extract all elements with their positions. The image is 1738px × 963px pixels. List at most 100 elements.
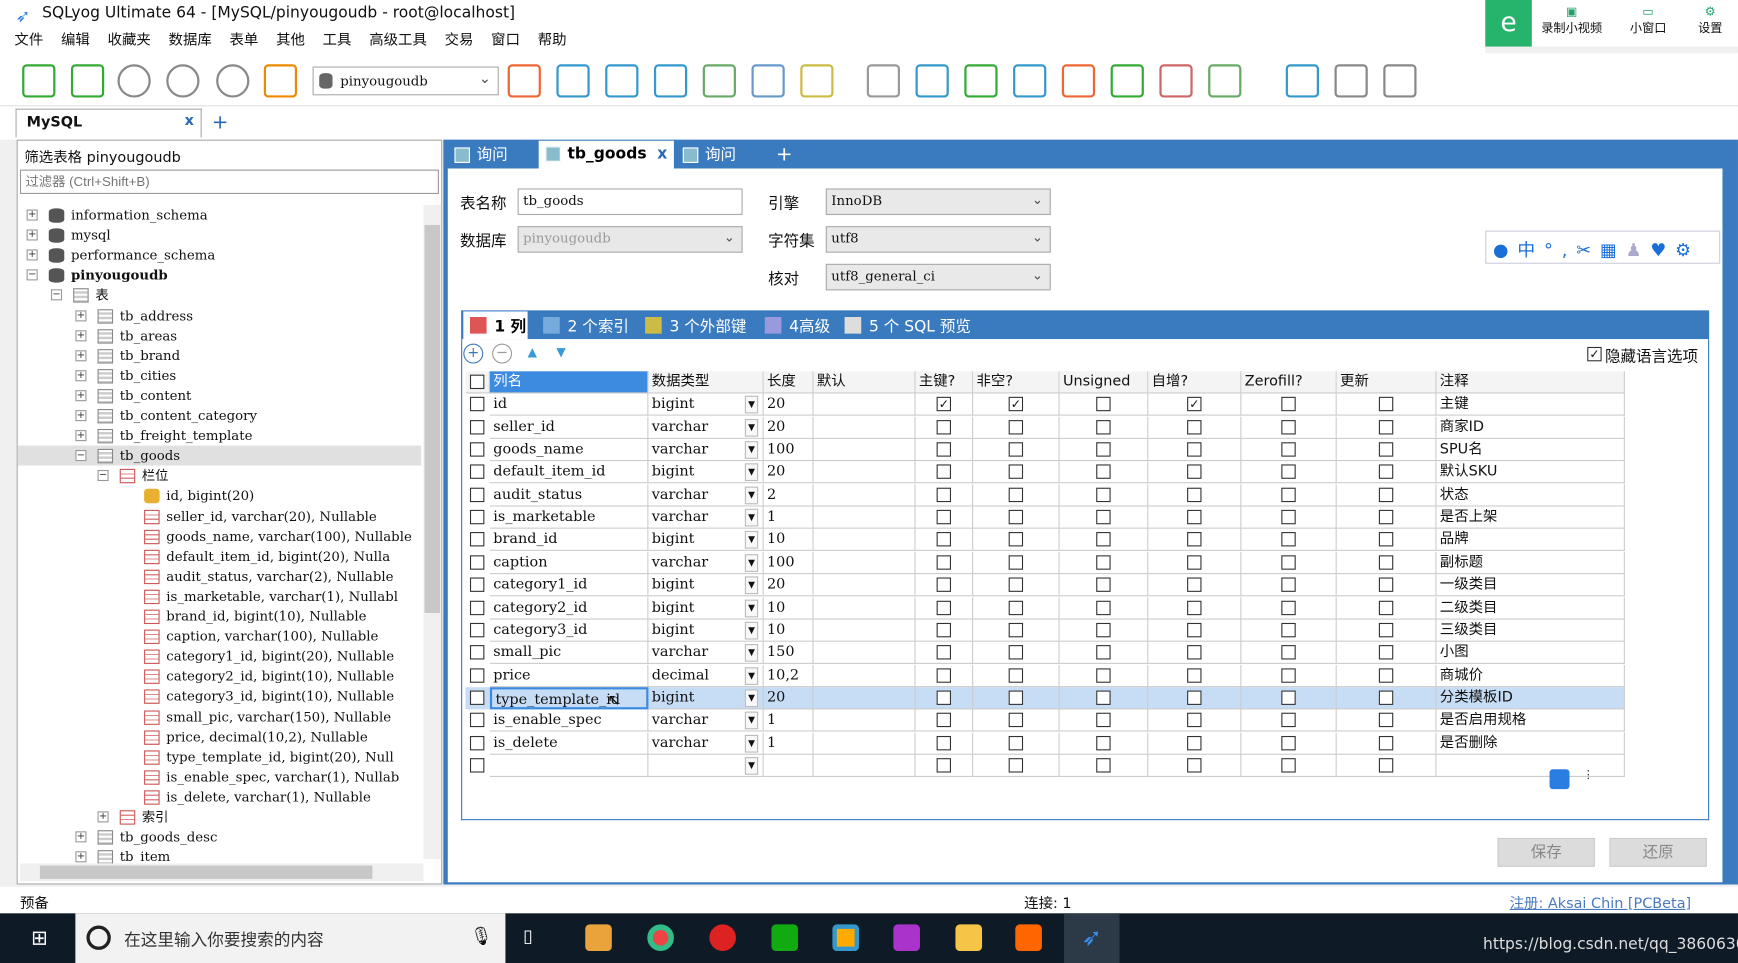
sub-tab[interactable]: 2 个索引 <box>536 311 636 339</box>
row-select-checkbox[interactable] <box>469 555 485 570</box>
settings-button[interactable]: ⚙ 设置 <box>1685 4 1736 36</box>
primary-key-checkbox[interactable] <box>936 555 952 570</box>
column-header[interactable]: Zerofill? <box>1241 371 1337 394</box>
tree-column[interactable]: small_pic, varchar(150), Nullable <box>166 707 391 727</box>
on-update-checkbox[interactable] <box>1378 690 1394 705</box>
taskbar-search[interactable]: 在这里输入你要搜索的内容 🎙 <box>75 913 506 963</box>
unsigned-checkbox[interactable] <box>1096 397 1111 412</box>
auto-increment-checkbox[interactable] <box>1187 622 1202 638</box>
toolbar-button-icon[interactable] <box>1334 64 1368 98</box>
tree-table[interactable]: tb_content_category <box>120 406 257 426</box>
comment-cell[interactable]: 一级类目 <box>1436 574 1625 597</box>
row-select-checkbox[interactable] <box>469 397 485 412</box>
length-cell[interactable]: 1 <box>763 709 814 732</box>
tree-folder-indexes[interactable]: 索引 <box>142 807 169 827</box>
primary-key-checkbox[interactable]: ✓ <box>936 397 952 412</box>
row-select-checkbox[interactable] <box>469 600 485 615</box>
on-update-checkbox[interactable] <box>1378 532 1394 547</box>
primary-key-checkbox[interactable] <box>936 690 952 705</box>
toolbar-button-icon[interactable] <box>800 64 834 98</box>
not-null-checkbox[interactable] <box>1008 645 1024 660</box>
unsigned-checkbox[interactable] <box>1096 645 1111 660</box>
toolbar-button-icon[interactable] <box>915 64 949 98</box>
not-null-checkbox[interactable]: ✓ <box>1008 397 1024 412</box>
comment-cell[interactable]: 状态 <box>1436 484 1625 507</box>
column-header[interactable]: 默认 <box>813 371 916 394</box>
row-select-checkbox[interactable] <box>469 758 485 773</box>
charset-select[interactable]: utf8 ⌄ <box>825 226 1051 253</box>
row-select-checkbox[interactable] <box>469 464 485 480</box>
data-type-dropdown-icon[interactable]: ▼ <box>744 711 759 730</box>
expand-icon[interactable]: + <box>75 390 87 402</box>
unsigned-checkbox[interactable] <box>1096 712 1111 728</box>
tree-database[interactable]: information_schema <box>71 205 208 225</box>
not-null-checkbox[interactable] <box>1008 735 1024 750</box>
length-cell[interactable]: 100 <box>763 551 814 574</box>
comment-cell[interactable]: 三级类目 <box>1436 619 1625 642</box>
toolbar-button-icon[interactable] <box>1208 64 1242 98</box>
expand-icon[interactable]: + <box>26 209 38 221</box>
expand-icon[interactable]: + <box>75 329 87 341</box>
unsigned-checkbox[interactable] <box>1096 419 1111 435</box>
toolbar-button-icon[interactable] <box>70 64 105 98</box>
not-null-checkbox[interactable] <box>1008 419 1024 435</box>
auto-increment-checkbox[interactable] <box>1187 758 1202 773</box>
on-update-checkbox[interactable] <box>1378 397 1394 412</box>
on-update-checkbox[interactable] <box>1378 487 1394 502</box>
primary-key-checkbox[interactable] <box>936 442 952 457</box>
task-view-icon[interactable]: ▯ <box>523 926 533 947</box>
add-query-tab-button[interactable]: + <box>776 143 793 166</box>
zerofill-checkbox[interactable] <box>1281 690 1296 705</box>
collation-select[interactable]: utf8_general_ci ⌄ <box>825 263 1051 291</box>
not-null-checkbox[interactable] <box>1008 690 1024 705</box>
tree-table[interactable]: tb_goods <box>120 446 180 466</box>
tree-table[interactable]: tb_brand <box>120 345 180 365</box>
length-cell[interactable]: 100 <box>763 438 814 462</box>
ime-punct-icon[interactable]: °, <box>1544 239 1576 260</box>
tree-column[interactable]: brand_id, bigint(10), Nullable <box>166 606 366 626</box>
length-cell[interactable]: 20 <box>763 393 814 417</box>
unsigned-checkbox[interactable] <box>1096 690 1111 705</box>
row-select-checkbox[interactable] <box>469 509 485 525</box>
primary-key-checkbox[interactable] <box>936 645 952 660</box>
length-cell[interactable]: 10,2 <box>763 664 814 687</box>
on-update-checkbox[interactable] <box>1378 600 1394 615</box>
default-cell[interactable] <box>813 596 916 620</box>
comment-cell[interactable]: 品牌 <box>1436 529 1625 552</box>
default-cell[interactable] <box>813 393 916 417</box>
ime-logo-icon[interactable]: ● <box>1493 239 1517 260</box>
default-cell[interactable] <box>813 506 916 529</box>
zerofill-checkbox[interactable] <box>1281 735 1296 750</box>
tree-column[interactable]: default_item_id, bigint(20), Nulla <box>166 546 390 566</box>
row-select-checkbox[interactable] <box>469 577 485 593</box>
ime-chinese-icon[interactable]: 中 <box>1517 239 1544 260</box>
primary-key-checkbox[interactable] <box>936 600 952 615</box>
primary-key-checkbox[interactable] <box>936 532 952 547</box>
primary-key-checkbox[interactable] <box>936 464 952 480</box>
primary-key-checkbox[interactable] <box>936 487 952 502</box>
menu-item[interactable]: 帮助 <box>538 29 567 53</box>
sub-tab[interactable]: 4高级 <box>758 311 836 339</box>
tree-table[interactable]: tb_content <box>120 386 192 406</box>
not-null-checkbox[interactable] <box>1008 487 1024 502</box>
query-tab[interactable]: 询问 <box>676 142 765 169</box>
data-type-dropdown-icon[interactable]: ▼ <box>744 531 759 550</box>
default-cell[interactable] <box>813 461 916 484</box>
length-cell[interactable]: 2 <box>763 484 814 507</box>
default-cell[interactable] <box>813 754 916 777</box>
auto-increment-checkbox[interactable] <box>1187 419 1202 435</box>
on-update-checkbox[interactable] <box>1378 712 1394 728</box>
on-update-checkbox[interactable] <box>1378 509 1394 525</box>
unsigned-checkbox[interactable] <box>1096 600 1111 615</box>
ime-keyboard-icon[interactable]: ▦ <box>1600 239 1626 260</box>
on-update-checkbox[interactable] <box>1378 464 1394 480</box>
connection-tab-mysql[interactable]: MySQL x <box>15 108 202 138</box>
data-type-dropdown-icon[interactable]: ▼ <box>744 553 759 572</box>
menu-item[interactable]: 交易 <box>445 29 474 53</box>
column-header[interactable]: 主键? <box>915 371 974 394</box>
default-cell[interactable] <box>813 619 916 642</box>
row-select-checkbox[interactable] <box>469 735 485 750</box>
column-name-cell[interactable]: category3_id <box>489 619 649 642</box>
expand-icon[interactable]: + <box>75 851 87 863</box>
comment-cell[interactable]: 是否启用规格 <box>1436 709 1625 732</box>
